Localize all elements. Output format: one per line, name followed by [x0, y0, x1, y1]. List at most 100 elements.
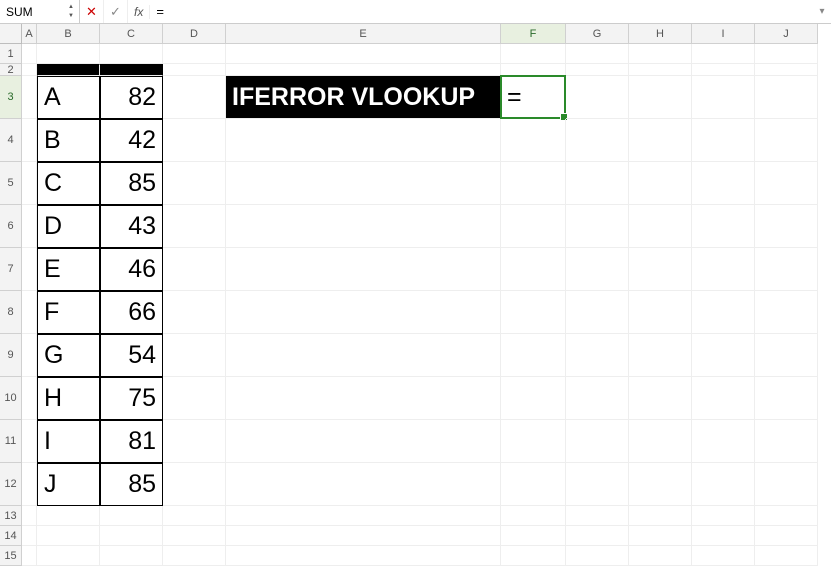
- cell-j14[interactable]: [755, 526, 818, 546]
- row-header-9[interactable]: 9: [0, 334, 22, 377]
- cell-d12[interactable]: [163, 463, 226, 506]
- cell-i2[interactable]: [692, 64, 755, 76]
- cell-h3[interactable]: [629, 76, 692, 119]
- cell-j9[interactable]: [755, 334, 818, 377]
- cell-h12[interactable]: [629, 463, 692, 506]
- table-cell-letter[interactable]: B: [37, 119, 100, 162]
- cell-g11[interactable]: [566, 420, 629, 463]
- table-cell-letter[interactable]: A: [37, 76, 100, 119]
- cell-c15[interactable]: [100, 546, 163, 566]
- spreadsheet-grid[interactable]: ABCDEFGHIJ123A82IFERROR VLOOKUP=4B425C85…: [0, 24, 831, 566]
- cell-g9[interactable]: [566, 334, 629, 377]
- cell-a6[interactable]: [22, 205, 37, 248]
- table-cell-letter[interactable]: I: [37, 420, 100, 463]
- cell-e4[interactable]: [226, 119, 501, 162]
- table-cell-value[interactable]: 82: [100, 76, 163, 119]
- cell-a14[interactable]: [22, 526, 37, 546]
- row-header-6[interactable]: 6: [0, 205, 22, 248]
- cancel-button[interactable]: ✕: [80, 0, 104, 23]
- table-cell-value[interactable]: 43: [100, 205, 163, 248]
- cell-g7[interactable]: [566, 248, 629, 291]
- cell-h15[interactable]: [629, 546, 692, 566]
- cell-e15[interactable]: [226, 546, 501, 566]
- cell-f11[interactable]: [501, 420, 566, 463]
- cell-e13[interactable]: [226, 506, 501, 526]
- cell-j15[interactable]: [755, 546, 818, 566]
- row-header-3[interactable]: 3: [0, 76, 22, 119]
- cell-c2[interactable]: [100, 64, 163, 76]
- column-header-g[interactable]: G: [566, 24, 629, 44]
- cell-a1[interactable]: [22, 44, 37, 64]
- cell-g4[interactable]: [566, 119, 629, 162]
- cell-a15[interactable]: [22, 546, 37, 566]
- cell-d5[interactable]: [163, 162, 226, 205]
- fx-label[interactable]: fx: [128, 5, 150, 19]
- column-header-f[interactable]: F: [501, 24, 566, 44]
- table-cell-value[interactable]: 54: [100, 334, 163, 377]
- cell-j10[interactable]: [755, 377, 818, 420]
- cell-j4[interactable]: [755, 119, 818, 162]
- cell-e6[interactable]: [226, 205, 501, 248]
- row-header-7[interactable]: 7: [0, 248, 22, 291]
- cell-f4[interactable]: [501, 119, 566, 162]
- cell-a4[interactable]: [22, 119, 37, 162]
- cell-h6[interactable]: [629, 205, 692, 248]
- cell-g1[interactable]: [566, 44, 629, 64]
- cell-c14[interactable]: [100, 526, 163, 546]
- cell-i13[interactable]: [692, 506, 755, 526]
- select-all-corner[interactable]: [0, 24, 22, 44]
- column-header-d[interactable]: D: [163, 24, 226, 44]
- column-header-b[interactable]: B: [37, 24, 100, 44]
- chevron-down-icon[interactable]: ▼: [65, 12, 77, 21]
- cell-f12[interactable]: [501, 463, 566, 506]
- cell-d14[interactable]: [163, 526, 226, 546]
- cell-d13[interactable]: [163, 506, 226, 526]
- cell-d1[interactable]: [163, 44, 226, 64]
- cell-g12[interactable]: [566, 463, 629, 506]
- label-iferror-vlookup[interactable]: IFERROR VLOOKUP: [226, 76, 501, 119]
- cell-f13[interactable]: [501, 506, 566, 526]
- cell-a5[interactable]: [22, 162, 37, 205]
- cell-j11[interactable]: [755, 420, 818, 463]
- cell-a12[interactable]: [22, 463, 37, 506]
- cell-h2[interactable]: [629, 64, 692, 76]
- formula-input[interactable]: =: [150, 4, 813, 19]
- name-box-stepper[interactable]: ▲ ▼: [65, 3, 77, 21]
- cell-j8[interactable]: [755, 291, 818, 334]
- cell-i11[interactable]: [692, 420, 755, 463]
- cell-e2[interactable]: [226, 64, 501, 76]
- cell-j13[interactable]: [755, 506, 818, 526]
- cell-i7[interactable]: [692, 248, 755, 291]
- cell-f8[interactable]: [501, 291, 566, 334]
- cell-h7[interactable]: [629, 248, 692, 291]
- cell-j12[interactable]: [755, 463, 818, 506]
- cell-g14[interactable]: [566, 526, 629, 546]
- cell-g6[interactable]: [566, 205, 629, 248]
- cell-g13[interactable]: [566, 506, 629, 526]
- table-cell-value[interactable]: 46: [100, 248, 163, 291]
- cell-f5[interactable]: [501, 162, 566, 205]
- cell-f1[interactable]: [501, 44, 566, 64]
- column-header-j[interactable]: J: [755, 24, 818, 44]
- row-header-10[interactable]: 10: [0, 377, 22, 420]
- cell-f7[interactable]: [501, 248, 566, 291]
- cell-d3[interactable]: [163, 76, 226, 119]
- cell-e5[interactable]: [226, 162, 501, 205]
- cell-h8[interactable]: [629, 291, 692, 334]
- cell-f6[interactable]: [501, 205, 566, 248]
- table-cell-value[interactable]: 75: [100, 377, 163, 420]
- cell-f2[interactable]: [501, 64, 566, 76]
- cell-g8[interactable]: [566, 291, 629, 334]
- row-header-5[interactable]: 5: [0, 162, 22, 205]
- cell-f9[interactable]: [501, 334, 566, 377]
- cell-f10[interactable]: [501, 377, 566, 420]
- cell-h14[interactable]: [629, 526, 692, 546]
- cell-c13[interactable]: [100, 506, 163, 526]
- row-header-4[interactable]: 4: [0, 119, 22, 162]
- cell-f14[interactable]: [501, 526, 566, 546]
- cell-i3[interactable]: [692, 76, 755, 119]
- table-cell-letter[interactable]: G: [37, 334, 100, 377]
- cell-e11[interactable]: [226, 420, 501, 463]
- cell-d10[interactable]: [163, 377, 226, 420]
- cell-i8[interactable]: [692, 291, 755, 334]
